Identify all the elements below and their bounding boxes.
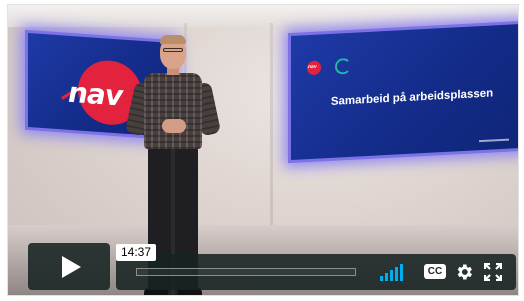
nav-logo-text: nav xyxy=(68,75,123,113)
presenter-shirt xyxy=(144,73,202,149)
right-display: nav Samarbeid på arbeidsplassen xyxy=(288,20,518,164)
presenter-hair xyxy=(160,35,186,44)
play-button[interactable] xyxy=(28,243,110,290)
control-bar: CC xyxy=(116,254,516,290)
slide-title: Samarbeid på arbeidsplassen xyxy=(330,87,494,108)
slide-screen: nav Samarbeid på arbeidsplassen xyxy=(291,23,518,161)
volume-icon[interactable] xyxy=(380,263,410,281)
presenter-glasses xyxy=(163,48,183,52)
volume-bar xyxy=(390,270,393,281)
volume-bar xyxy=(400,264,403,281)
time-tooltip: 14:37 xyxy=(116,244,157,261)
fullscreen-icon[interactable] xyxy=(484,263,502,281)
studio-ceiling xyxy=(8,5,518,27)
gear-icon[interactable] xyxy=(454,262,474,282)
closed-captions-button[interactable]: CC xyxy=(424,264,446,279)
partner-logo-icon xyxy=(335,57,351,75)
video-player[interactable]: nav nav Samarbeid på arbeidsplassen CC 1… xyxy=(7,4,519,296)
volume-bar xyxy=(385,273,388,281)
progress-bar[interactable] xyxy=(136,268,356,276)
play-icon xyxy=(62,255,81,278)
volume-bar xyxy=(395,267,398,281)
nav-logo-small-text: nav xyxy=(308,63,317,71)
volume-bar xyxy=(380,276,383,281)
slide-footer-mark xyxy=(479,138,509,143)
presenter-hands xyxy=(162,119,186,133)
